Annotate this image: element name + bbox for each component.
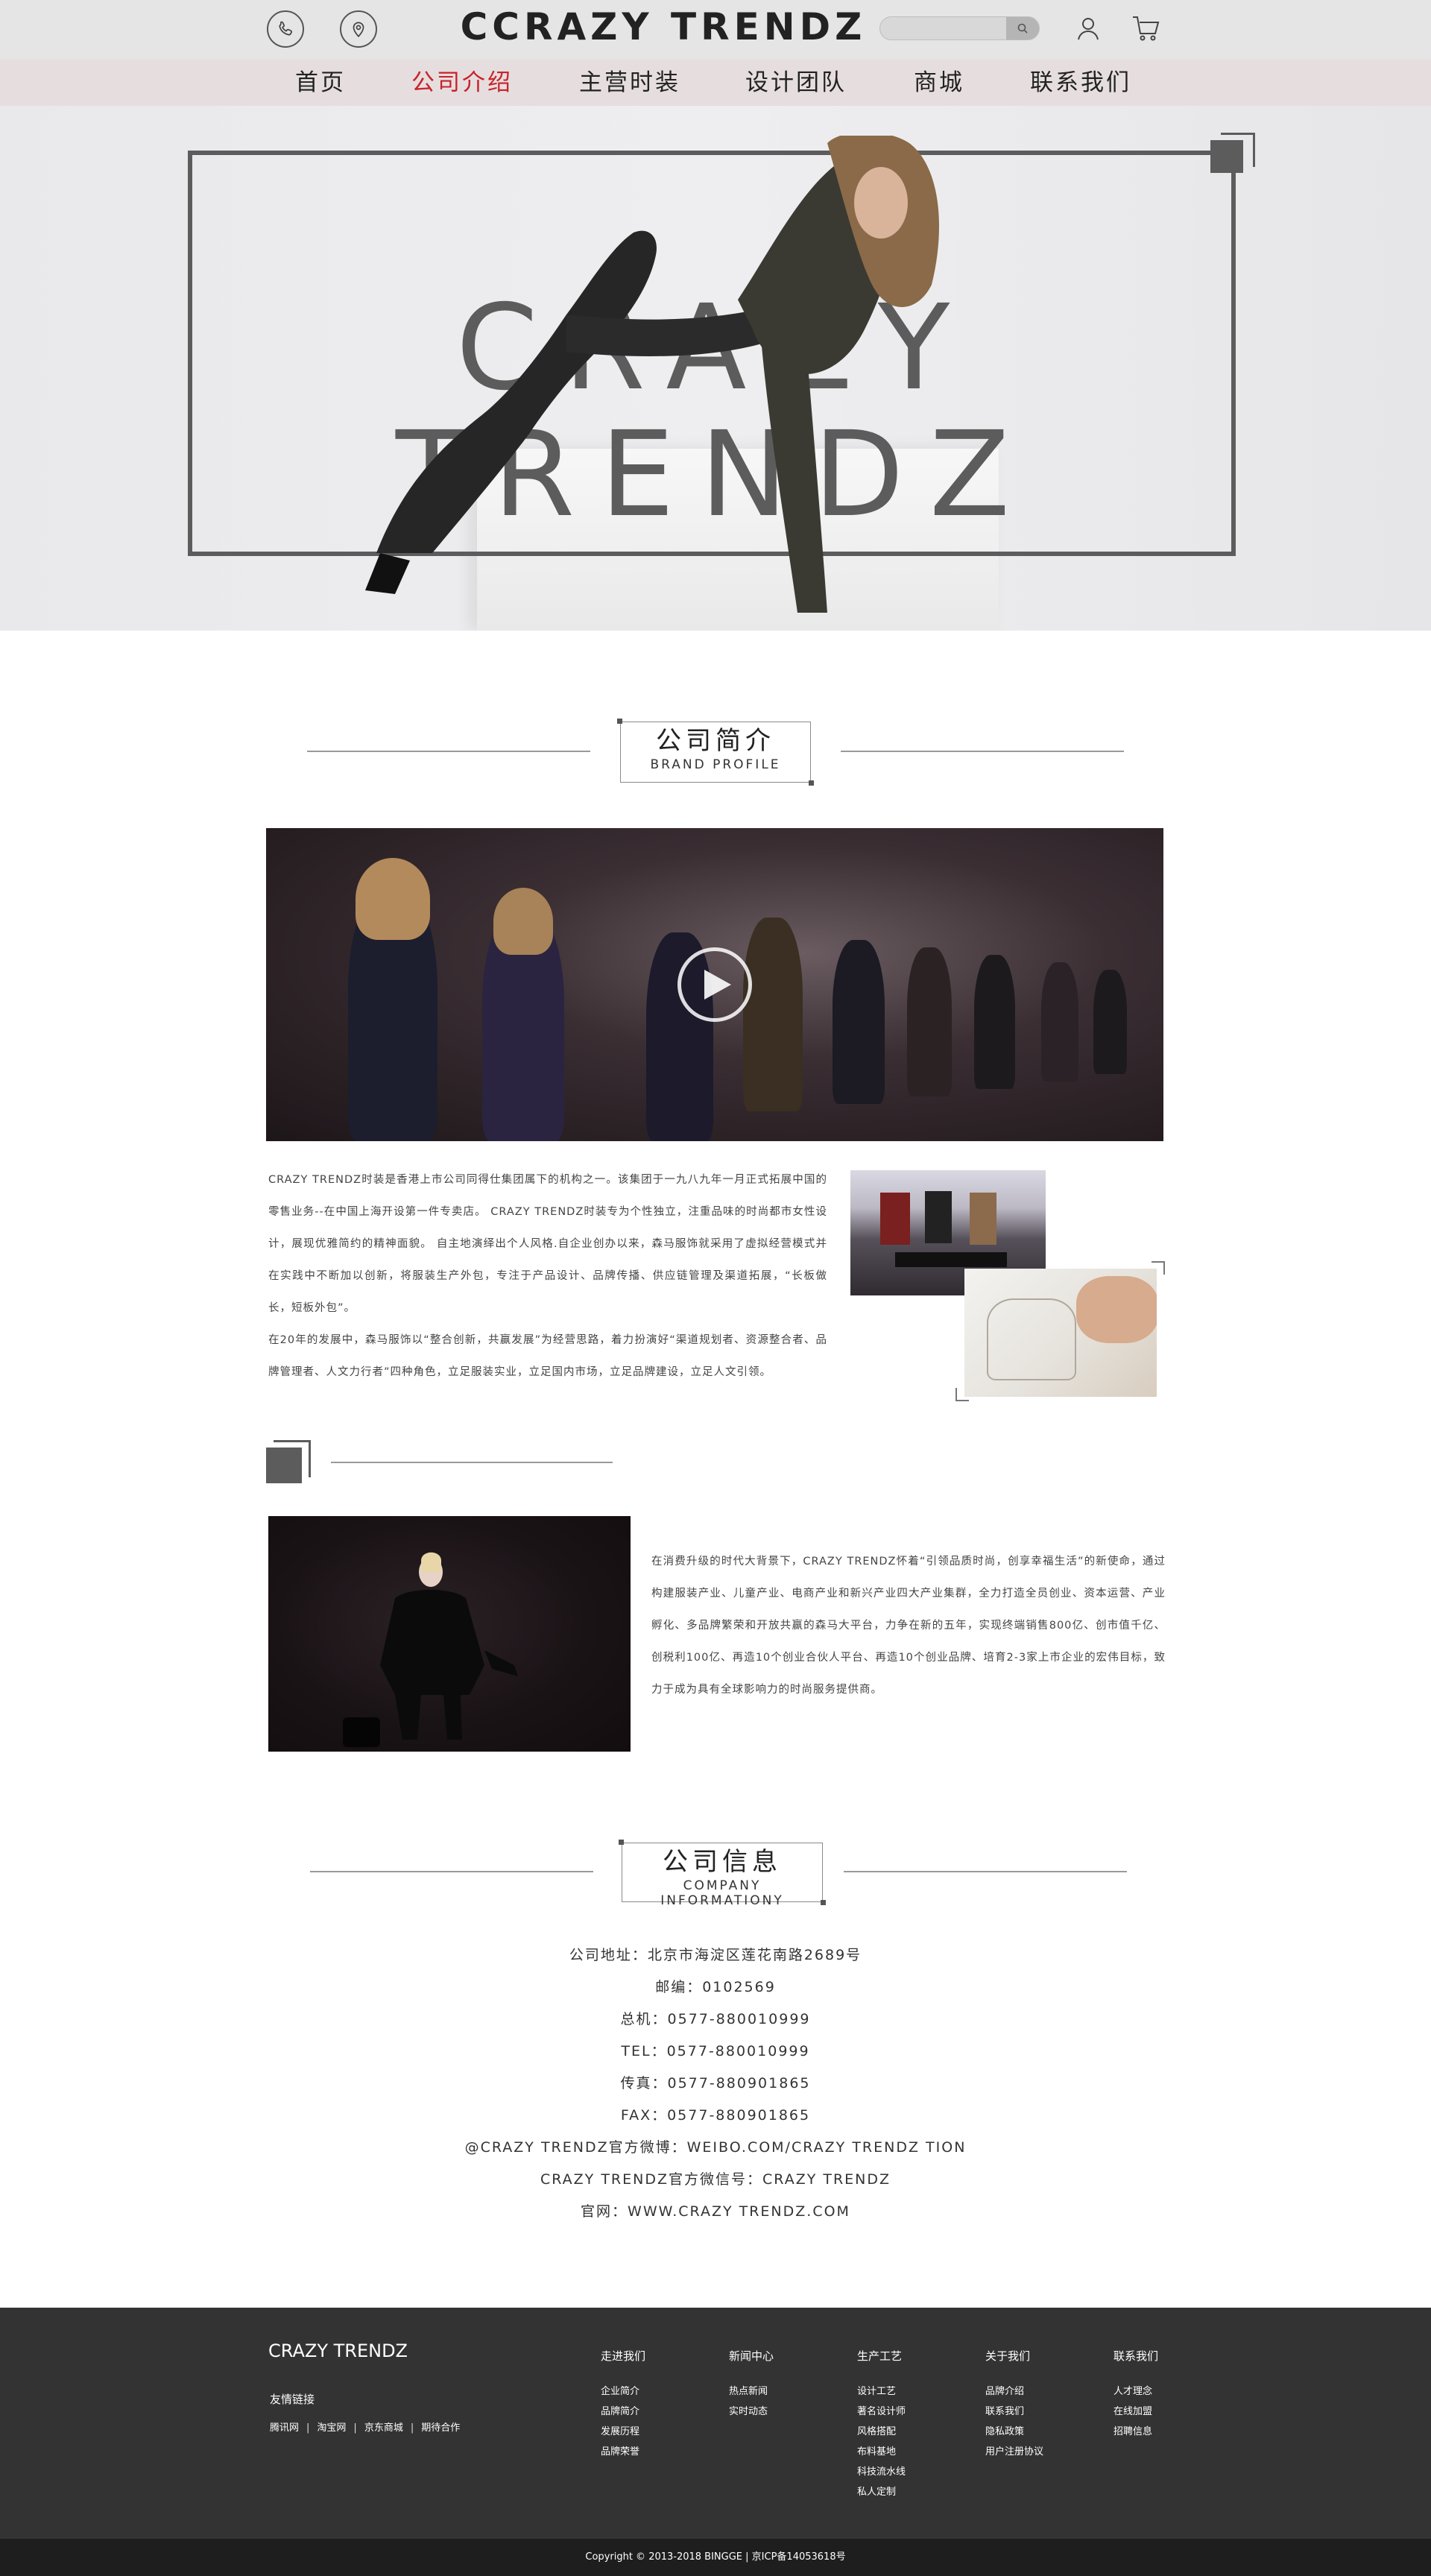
section-divider-left: [307, 751, 590, 752]
brand-intro-text-2: 在20年的发展中，森马服饰以“整合创新，共赢发展”为经营思路，着力扮演好“渠道规…: [268, 1334, 827, 1378]
runway-video[interactable]: [266, 828, 1163, 1141]
footer-link[interactable]: 联系我们: [985, 2402, 1043, 2422]
friend-link[interactable]: 京东商城: [364, 2422, 403, 2434]
company-website[interactable]: 官网：WWW.CRAZY TRENDZ.COM: [0, 2196, 1431, 2228]
footer-link[interactable]: 企业简介: [601, 2381, 645, 2402]
hero-model-image: [365, 136, 939, 613]
footer-link[interactable]: 品牌简介: [601, 2402, 645, 2422]
footer-link[interactable]: 品牌荣誉: [601, 2442, 645, 2462]
footer-column-title: 生产工艺: [857, 2349, 903, 2363]
footer-column-title: 联系我们: [1113, 2349, 1159, 2363]
footer-column-about: 走进我们 企业简介 品牌简介 发展历程 品牌荣誉: [601, 2348, 645, 2462]
company-fax-cn: 传真：0577-880901865: [620, 2075, 811, 2092]
footer-column-title: 关于我们: [985, 2349, 1031, 2363]
model-photo: [268, 1516, 631, 1752]
company-zipcode: 邮编：0102569: [655, 1979, 776, 1995]
friend-link[interactable]: 腾讯网: [270, 2422, 299, 2434]
brand-intro-paragraph-1: CRAZY TRENDZ时装是香港上市公司同得仕集团属下的机构之一。该集团于一九…: [268, 1164, 827, 1389]
play-button[interactable]: [677, 947, 752, 1022]
section-divider-right: [841, 751, 1124, 752]
footer-link[interactable]: 隐私政策: [985, 2422, 1043, 2442]
friend-links-title: 友情链接: [270, 2393, 315, 2406]
company-wechat: CRAZY TRENDZ官方微信号：CRAZY TRENDZ: [540, 2171, 891, 2188]
brand-profile-heading: 公司简介 BRAND PROFILE: [617, 719, 814, 786]
footer-column-about-us: 关于我们 品牌介绍 联系我们 隐私政策 用户注册协议: [985, 2348, 1043, 2462]
footer: CRAZY TRENDZ 友情链接 腾讯网 | 淘宝网 | 京东商城 | 期待合作 走进我们…: [0, 2308, 1431, 2539]
nav-mall[interactable]: 商城: [865, 60, 1014, 106]
search-box: [879, 16, 1040, 40]
brand-profile-title: 公司简介: [648, 724, 783, 757]
footer-column-contact: 联系我们 人才理念 在线加盟 招聘信息: [1113, 2348, 1158, 2442]
nav-fashion[interactable]: 主营时装: [555, 60, 704, 106]
copyright-bar: Copyright © 2013-2018 BINGGE | 京ICP备1405…: [0, 2539, 1431, 2576]
brand-profile-subtitle: BRAND PROFILE: [650, 757, 781, 772]
brand-intro-text-1: CRAZY TRENDZ时装是香港上市公司同得仕集团属下的机构之一。该集团于一九…: [268, 1174, 827, 1314]
company-switchboard: 总机：0577-880010999: [620, 2011, 811, 2027]
footer-link[interactable]: 科技流水线: [857, 2462, 906, 2482]
footer-link[interactable]: 私人定制: [857, 2482, 906, 2502]
cart-icon[interactable]: [1130, 12, 1163, 45]
nav-company-intro[interactable]: 公司介绍: [388, 60, 537, 106]
design-sketch-photo: [964, 1269, 1157, 1397]
company-info-subtitle: COMPANY INFORMATIONY: [660, 1878, 784, 1908]
footer-link[interactable]: 品牌介绍: [985, 2381, 1043, 2402]
footer-link[interactable]: 布料基地: [857, 2442, 906, 2462]
search-button[interactable]: [1006, 17, 1039, 40]
photo-corner-decoration: [955, 1388, 969, 1401]
company-fax: FAX：0577-880901865: [620, 2107, 811, 2124]
footer-column-production: 生产工艺 设计工艺 著名设计师 风格搭配 布料基地 科技流水线 私人定制: [857, 2348, 906, 2502]
phone-icon[interactable]: [267, 10, 304, 48]
location-icon[interactable]: [340, 10, 377, 48]
footer-link[interactable]: 风格搭配: [857, 2422, 906, 2442]
company-weibo[interactable]: @CRAZY TRENDZ官方微博：WEIBO.COM/CRAZY TRENDZ…: [0, 2132, 1431, 2164]
friend-link[interactable]: 淘宝网: [317, 2422, 346, 2434]
nav-home[interactable]: 首页: [246, 60, 395, 106]
footer-logo[interactable]: CRAZY TRENDZ: [268, 2340, 408, 2361]
company-info-title: 公司信息: [655, 1846, 789, 1878]
search-icon: [1017, 23, 1028, 34]
main-nav: 首页 公司介绍 主营时装 设计团队 商城 联系我们: [0, 60, 1431, 106]
footer-link[interactable]: 招聘信息: [1113, 2422, 1158, 2442]
friend-links: 腾讯网 | 淘宝网 | 京东商城 | 期待合作: [270, 2422, 461, 2434]
user-icon[interactable]: [1072, 12, 1105, 45]
nav-contact[interactable]: 联系我们: [1006, 60, 1155, 106]
hero-corner-decoration: [1210, 133, 1255, 177]
footer-link[interactable]: 著名设计师: [857, 2402, 906, 2422]
section-divider-left: [310, 1871, 593, 1872]
footer-column-title: 走进我们: [601, 2349, 646, 2363]
footer-link[interactable]: 实时动态: [729, 2402, 774, 2422]
footer-link[interactable]: 人才理念: [1113, 2381, 1158, 2402]
brand-mission-paragraph: 在消费升级的时代大背景下，CRAZY TRENDZ怀着“引领品质时尚，创享幸福生…: [651, 1556, 1166, 1696]
footer-column-title: 新闻中心: [729, 2349, 774, 2363]
footer-link[interactable]: 用户注册协议: [985, 2442, 1043, 2462]
top-header: CCRAZY TRENDZ: [0, 0, 1431, 60]
footer-link[interactable]: 设计工艺: [857, 2381, 906, 2402]
search-input[interactable]: [880, 17, 1007, 40]
section-divider: [331, 1462, 613, 1463]
footer-link[interactable]: 热点新闻: [729, 2381, 774, 2402]
section-corner-decoration: [266, 1440, 312, 1486]
company-address: 公司地址：北京市海淀区莲花南路2689号: [569, 1947, 862, 1963]
section-divider-right: [844, 1871, 1127, 1872]
hero-banner: CRAZY TRENDZ: [0, 106, 1431, 631]
footer-link[interactable]: 在线加盟: [1113, 2402, 1158, 2422]
play-icon: [704, 970, 731, 1000]
site-logo[interactable]: CCRAZY TRENDZ: [447, 3, 879, 51]
nav-design-team[interactable]: 设计团队: [721, 60, 871, 106]
footer-column-news: 新闻中心 热点新闻 实时动态: [729, 2348, 774, 2422]
friend-link[interactable]: 期待合作: [421, 2422, 460, 2434]
photo-corner-decoration: [1152, 1261, 1165, 1275]
footer-link[interactable]: 发展历程: [601, 2422, 645, 2442]
company-tel: TEL：0577-880010999: [621, 2043, 810, 2059]
company-info-heading: 公司信息 COMPANY INFORMATIONY: [619, 1840, 826, 1908]
